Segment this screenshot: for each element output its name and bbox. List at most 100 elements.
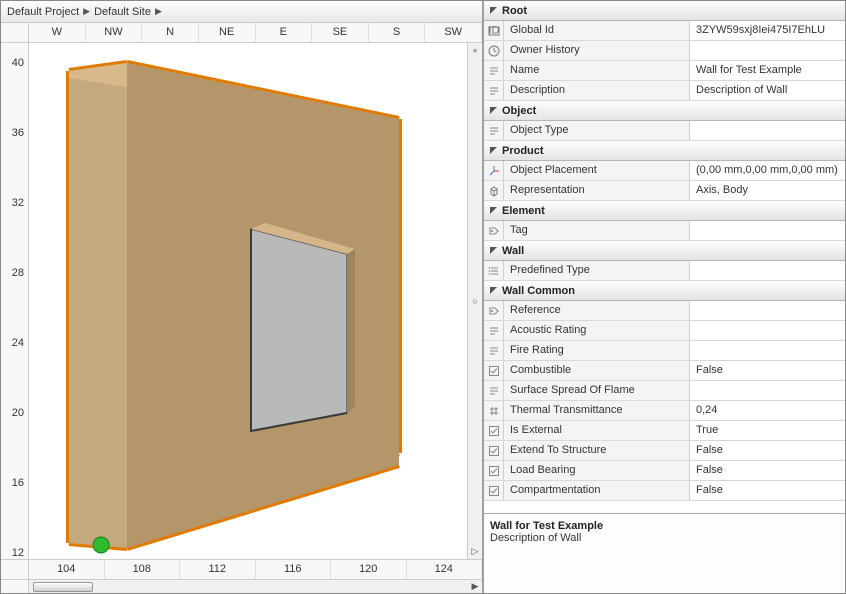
text-icon	[488, 385, 500, 397]
property-row[interactable]: CompartmentationFalse	[484, 481, 845, 501]
list-icon	[488, 265, 500, 277]
vertical-scrollbar[interactable]: + ○ ▷	[467, 43, 482, 559]
compass-label: W	[29, 23, 86, 42]
property-row[interactable]: Acoustic Rating	[484, 321, 845, 341]
property-key: Combustible	[504, 361, 690, 380]
text-icon	[488, 345, 500, 357]
property-icon-cell	[484, 341, 504, 360]
property-row[interactable]: CombustibleFalse	[484, 361, 845, 381]
section-header[interactable]: Object	[484, 101, 845, 121]
scroll-recenter-button[interactable]: ○	[469, 295, 481, 307]
property-row[interactable]: Owner History	[484, 41, 845, 61]
origin-handle[interactable]	[93, 537, 109, 553]
breadcrumb-item-project[interactable]: Default Project	[7, 6, 79, 18]
property-row[interactable]: Is ExternalTrue	[484, 421, 845, 441]
property-value[interactable]	[690, 221, 845, 240]
expand-icon[interactable]	[484, 145, 502, 157]
section-header[interactable]: Element	[484, 201, 845, 221]
compass-label: NE	[199, 23, 256, 42]
property-value[interactable]: False	[690, 361, 845, 380]
clock-icon	[488, 45, 500, 57]
property-row[interactable]: Load BearingFalse	[484, 461, 845, 481]
property-icon-cell	[484, 321, 504, 340]
property-value[interactable]	[690, 321, 845, 340]
property-row[interactable]: Extend To StructureFalse	[484, 441, 845, 461]
viewport-pane: Default Project ▶ Default Site ▶ WNWNNEE…	[1, 1, 484, 593]
checkbox-icon	[488, 485, 500, 497]
tag-icon	[488, 305, 500, 317]
property-row[interactable]: Surface Spread Of Flame	[484, 381, 845, 401]
cube-icon	[488, 185, 500, 197]
ruler-tick: 12	[1, 547, 24, 559]
property-icon-cell	[484, 421, 504, 440]
property-key: Compartmentation	[504, 481, 690, 500]
breadcrumb-item-site[interactable]: Default Site	[94, 6, 151, 18]
property-value[interactable]: 3ZYW59sxj8Iei475I7EhLU	[690, 21, 845, 40]
scroll-right-button[interactable]: ▶	[468, 581, 482, 592]
property-value[interactable]: False	[690, 481, 845, 500]
property-row[interactable]: NameWall for Test Example	[484, 61, 845, 81]
property-value[interactable]	[690, 41, 845, 60]
section-header[interactable]: Wall	[484, 241, 845, 261]
expand-icon[interactable]	[484, 5, 502, 17]
property-value[interactable]	[690, 301, 845, 320]
property-icon-cell	[484, 301, 504, 320]
viewport-3d[interactable]	[29, 43, 467, 559]
text-icon	[488, 125, 500, 137]
property-icon-cell	[484, 41, 504, 60]
property-icon-cell	[484, 81, 504, 100]
expand-icon[interactable]	[484, 205, 502, 217]
section-title: Wall	[502, 245, 524, 257]
scroll-thumb[interactable]	[33, 582, 93, 592]
property-value[interactable]: Description of Wall	[690, 81, 845, 100]
expand-icon[interactable]	[484, 285, 502, 297]
ruler-tick: 36	[1, 127, 24, 139]
section-header[interactable]: Wall Common	[484, 281, 845, 301]
section-header[interactable]: Root	[484, 1, 845, 21]
property-row[interactable]: RepresentationAxis, Body	[484, 181, 845, 201]
property-icon-cell	[484, 181, 504, 200]
property-row[interactable]: Fire Rating	[484, 341, 845, 361]
section-title: Product	[502, 145, 544, 157]
property-value[interactable]	[690, 381, 845, 400]
property-row[interactable]: Tag	[484, 221, 845, 241]
property-value[interactable]: Axis, Body	[690, 181, 845, 200]
property-key: Name	[504, 61, 690, 80]
scroll-down-button[interactable]: ▷	[469, 545, 481, 557]
property-value[interactable]	[690, 341, 845, 360]
compass-label: N	[142, 23, 199, 42]
property-value[interactable]: (0,00 mm,0,00 mm,0,00 mm)	[690, 161, 845, 180]
property-value[interactable]	[690, 121, 845, 140]
svg-text:ID: ID	[488, 25, 499, 37]
expand-icon[interactable]	[484, 105, 502, 117]
section-title: Element	[502, 205, 545, 217]
expand-icon[interactable]	[484, 245, 502, 257]
property-key: Thermal Transmittance	[504, 401, 690, 420]
property-row[interactable]: Thermal Transmittance0,24	[484, 401, 845, 421]
property-value[interactable]: 0,24	[690, 401, 845, 420]
property-key: Global Id	[504, 21, 690, 40]
property-row[interactable]: DescriptionDescription of Wall	[484, 81, 845, 101]
property-row[interactable]: Predefined Type	[484, 261, 845, 281]
property-grid[interactable]: Root ID Global Id3ZYW59sxj8Iei475I7EhLUOwn…	[484, 1, 845, 513]
ruler-tick: 108	[105, 560, 181, 579]
property-value[interactable]: Wall for Test Example	[690, 61, 845, 80]
property-icon-cell	[484, 261, 504, 280]
scroll-up-button[interactable]: +	[469, 45, 481, 57]
ruler-tick: 124	[407, 560, 483, 579]
property-value[interactable]: False	[690, 461, 845, 480]
property-icon-cell	[484, 461, 504, 480]
property-row[interactable]: ID Global Id3ZYW59sxj8Iei475I7EhLU	[484, 21, 845, 41]
horizontal-scrollbar[interactable]: ▶	[29, 580, 482, 593]
property-row[interactable]: Object Type	[484, 121, 845, 141]
property-row[interactable]: Object Placement(0,00 mm,0,00 mm,0,00 mm…	[484, 161, 845, 181]
horizontal-ruler: 104108112116120124	[1, 559, 482, 579]
property-value[interactable]: True	[690, 421, 845, 440]
property-value[interactable]	[690, 261, 845, 280]
property-row[interactable]: Reference	[484, 301, 845, 321]
wall-opening	[251, 229, 347, 431]
section-header[interactable]: Product	[484, 141, 845, 161]
property-icon-cell	[484, 361, 504, 380]
property-value[interactable]: False	[690, 441, 845, 460]
breadcrumb[interactable]: Default Project ▶ Default Site ▶	[1, 1, 482, 23]
